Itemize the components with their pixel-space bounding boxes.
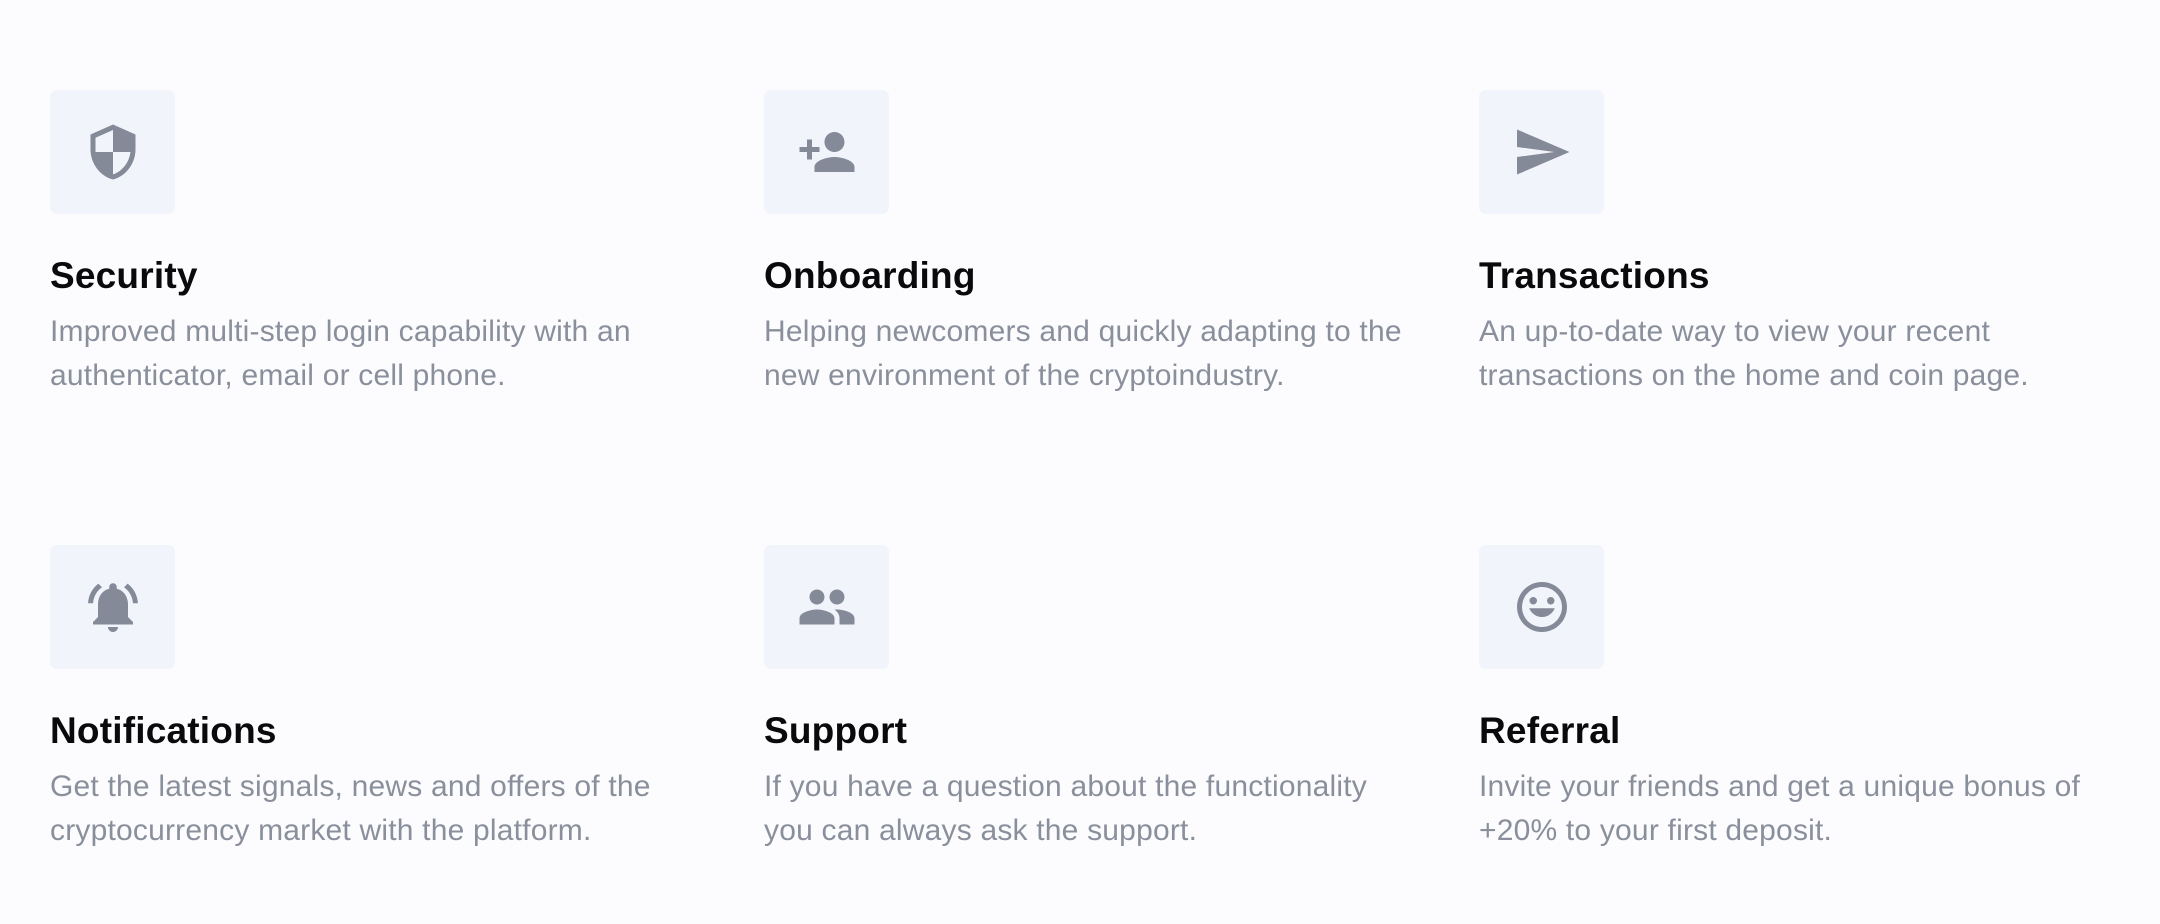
feature-icon-box: [764, 545, 889, 669]
feature-description: Improved multi-step login capability wit…: [50, 315, 631, 392]
feature-icon-box: [1479, 90, 1604, 214]
people-icon: [799, 589, 854, 625]
feature-description: Helping newcomers and quickly adapting t…: [764, 315, 1402, 392]
feature-description: If you have a question about the functio…: [764, 770, 1367, 847]
feature-title: Notifications: [50, 710, 277, 751]
send-icon: [1516, 129, 1569, 175]
feature-title: Onboarding: [764, 255, 976, 296]
feature-title: Transactions: [1479, 255, 1710, 296]
feature-icon-box: [50, 545, 175, 669]
feature-title: Support: [764, 710, 908, 751]
feature-title: Referral: [1479, 710, 1621, 751]
feature-notifications: Notifications Get the latest signals, ne…: [50, 545, 710, 853]
features-grid: Security Improved multi-step login capab…: [0, 0, 2160, 924]
feature-description: Invite your friends and get a unique bon…: [1479, 770, 2081, 847]
feature-description: Get the latest signals, news and offers …: [50, 770, 651, 847]
feature-description: An up-to-date way to view your recent tr…: [1479, 315, 2029, 392]
feature-support: Support If you have a question about the…: [764, 545, 1424, 853]
shield-icon: [90, 124, 135, 180]
feature-icon-box: [50, 90, 175, 214]
feature-onboarding: Onboarding Helping newcomers and quickly…: [764, 90, 1424, 398]
feature-icon-box: [1479, 545, 1604, 669]
feature-security: Security Improved multi-step login capab…: [50, 90, 710, 398]
feature-icon-box: [764, 90, 889, 214]
smiley-icon: [1516, 582, 1567, 632]
feature-referral: Referral Invite your friends and get a u…: [1479, 545, 2139, 853]
feature-title: Security: [50, 255, 198, 296]
person-add-icon: [799, 132, 854, 172]
notifications-active-icon: [87, 583, 138, 632]
feature-transactions: Transactions An up-to-date way to view y…: [1479, 90, 2139, 398]
